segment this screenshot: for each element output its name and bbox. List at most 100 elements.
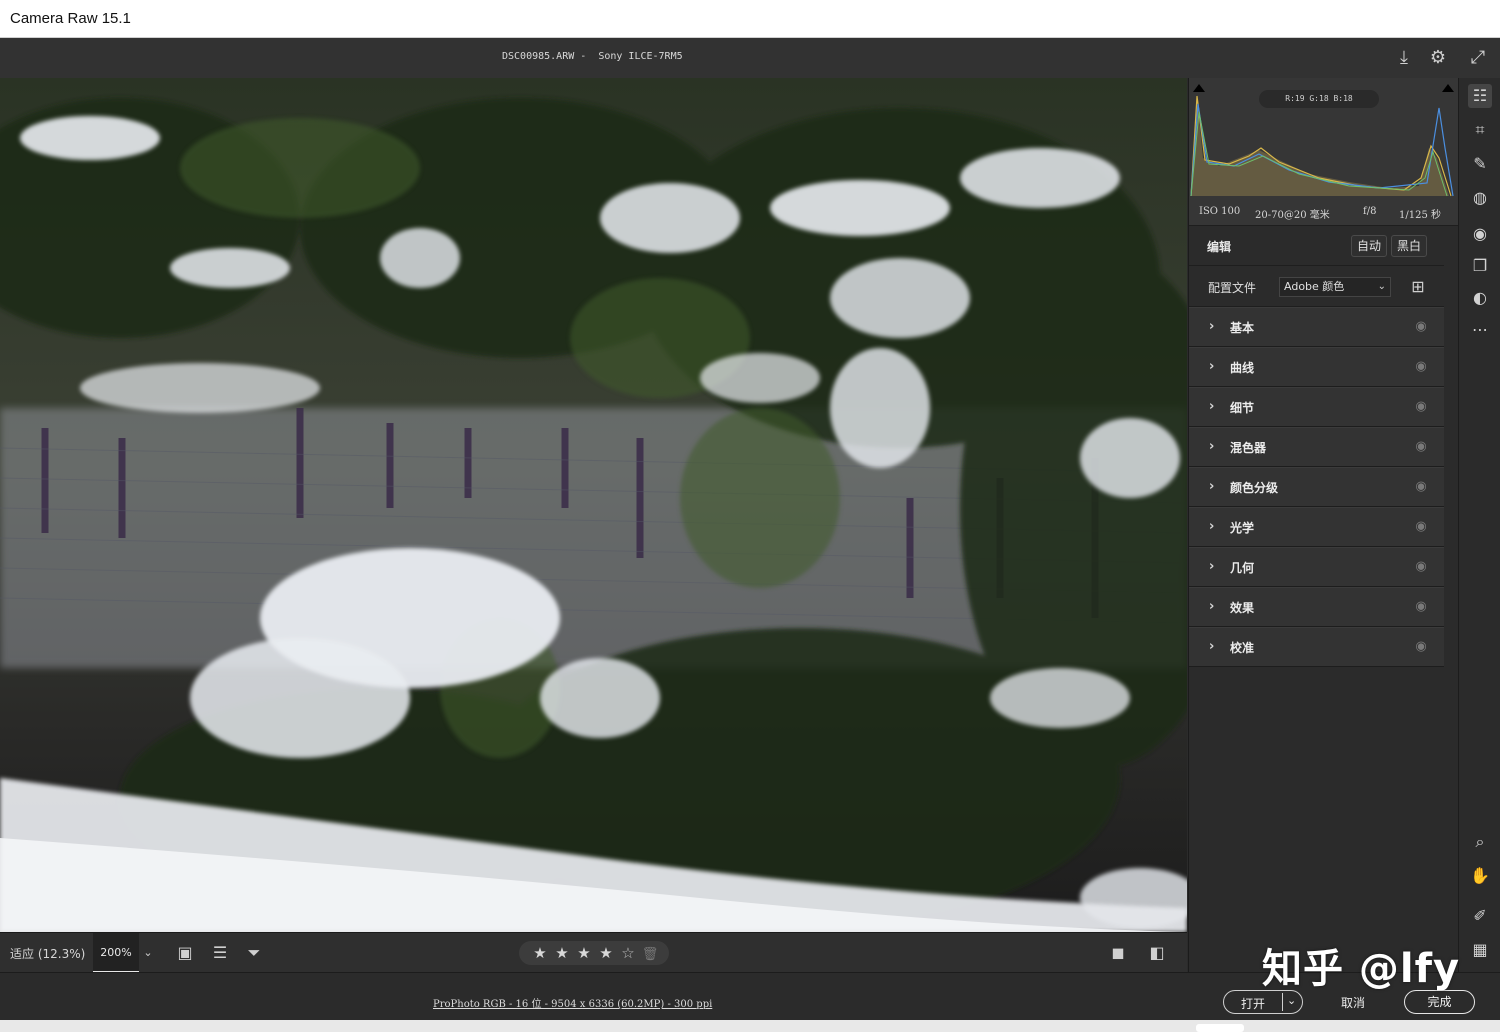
save-icon[interactable]: ⤓ <box>1393 47 1415 69</box>
snapshots-icon[interactable]: ❐ <box>1468 254 1492 278</box>
shadow-clip-icon <box>1193 84 1205 92</box>
grid-icon[interactable]: ▦ <box>1468 938 1492 962</box>
file-info: DSC00985.ARW - Sony ILCE-7RM5 <box>502 51 683 62</box>
panel-section[interactable]: › 校准 ◉ <box>1189 627 1444 667</box>
eye-icon[interactable]: ◉ <box>1412 397 1430 417</box>
star-3-icon[interactable]: ★ <box>573 941 595 965</box>
star-4-icon[interactable]: ★ <box>595 941 617 965</box>
window-titlebar: Camera Raw 15.1 <box>0 0 1500 38</box>
auto-button[interactable]: 自动 <box>1351 235 1388 257</box>
panel-section[interactable]: › 曲线 ◉ <box>1189 347 1444 387</box>
workflow-options-link[interactable]: ProPhoto RGB - 16 位 - 9504 x 6336 (60.2M… <box>433 995 712 1010</box>
profile-browser-icon[interactable]: ⊞ <box>1407 276 1429 298</box>
eye-icon[interactable]: ◉ <box>1412 597 1430 617</box>
section-label: 几何 <box>1230 561 1255 575</box>
chevron-right-icon: › <box>1209 439 1215 454</box>
zoom-tool-icon[interactable]: ⌕ <box>1468 830 1492 854</box>
star-2-icon[interactable]: ★ <box>551 941 573 965</box>
section-label: 颜色分级 <box>1230 481 1279 495</box>
eye-icon[interactable]: ◉ <box>1412 437 1430 457</box>
eye-icon[interactable]: ◉ <box>1412 557 1430 577</box>
fullscreen-icon[interactable]: ⤢ <box>1467 47 1489 69</box>
window-title: Camera Raw 15.1 <box>10 10 131 27</box>
hand-tool-icon[interactable]: ✋ <box>1468 864 1492 888</box>
color-sampler-icon[interactable]: ✐ <box>1468 904 1492 928</box>
open-separator <box>1282 993 1283 1011</box>
section-label: 效果 <box>1230 601 1255 615</box>
eye-icon[interactable]: ◉ <box>1412 317 1430 337</box>
exif-lens: 20-70@20 毫米 <box>1255 210 1330 221</box>
panel-section[interactable]: › 光学 ◉ <box>1189 507 1444 547</box>
profile-select[interactable]: Adobe 颜色 ⌄ <box>1279 277 1391 297</box>
before-after-icon[interactable]: ◧ <box>1145 942 1169 964</box>
section-label: 基本 <box>1230 321 1255 335</box>
edit-header: 编辑 自动 黑白 <box>1189 226 1444 266</box>
scroll-thumb[interactable] <box>1196 1024 1244 1032</box>
chevron-right-icon: › <box>1209 519 1215 534</box>
eye-icon[interactable]: ◉ <box>1412 357 1430 377</box>
panel-section[interactable]: › 基本 ◉ <box>1189 307 1444 347</box>
healing-icon[interactable]: ✎ <box>1468 152 1492 176</box>
filmstrip-icon[interactable]: ▣ <box>173 942 197 964</box>
image-preview[interactable] <box>0 78 1187 932</box>
crop-icon[interactable]: ⌗ <box>1468 118 1492 142</box>
gear-icon[interactable]: ⚙ <box>1427 47 1449 69</box>
rating-stars[interactable]: ★ ★ ★ ★ ☆ 🗑 <box>519 941 669 965</box>
sort-icon[interactable]: ☰ <box>208 942 232 964</box>
chevron-right-icon: › <box>1209 559 1215 574</box>
presets-icon[interactable]: ◐ <box>1468 286 1492 310</box>
edit-title: 编辑 <box>1207 240 1232 254</box>
edit-panel: R:19 G:18 B:18 ISO 100 20-70@20 毫米 f/8 1… <box>1188 78 1458 972</box>
section-label: 光学 <box>1230 521 1255 535</box>
exif-shutter: 1/125 秒 <box>1399 210 1441 221</box>
profile-label: 配置文件 <box>1208 281 1257 295</box>
section-label: 曲线 <box>1230 361 1255 375</box>
rgb-readout: R:19 G:18 B:18 <box>1259 90 1379 108</box>
panel-section[interactable]: › 细节 ◉ <box>1189 387 1444 427</box>
more-icon[interactable]: ⋯ <box>1468 318 1492 342</box>
section-label: 校准 <box>1230 641 1255 655</box>
edit-sliders-icon[interactable]: ☷ <box>1468 84 1492 108</box>
black-white-button[interactable]: 黑白 <box>1391 235 1428 257</box>
watermark-text: 知乎 @lfy <box>1262 946 1461 992</box>
chevron-right-icon: › <box>1209 319 1215 334</box>
chevron-down-icon: ⌄ <box>1377 281 1386 292</box>
histogram: R:19 G:18 B:18 ISO 100 20-70@20 毫米 f/8 1… <box>1189 78 1458 226</box>
panel-section[interactable]: › 几何 ◉ <box>1189 547 1444 587</box>
chevron-right-icon: › <box>1209 599 1215 614</box>
photo-bottom-toolbar: 适应 (12.3%) 200% ⌄ ▣ ☰ ⏷ ★ ★ ★ ★ ☆ 🗑 ◼ ◧ <box>0 932 1187 973</box>
exif-iso: ISO 100 <box>1199 206 1241 217</box>
chevron-down-icon[interactable]: ⌄ <box>1287 994 1296 1007</box>
section-label: 细节 <box>1230 401 1255 415</box>
masking-icon[interactable]: ◍ <box>1468 186 1492 210</box>
zoom-level-button[interactable]: 200% <box>93 933 139 973</box>
single-view-icon[interactable]: ◼ <box>1106 942 1130 964</box>
red-eye-icon[interactable]: ◉ <box>1468 222 1492 246</box>
chevron-right-icon: › <box>1209 359 1215 374</box>
zoom-fit-button[interactable]: 适应 (12.3%) <box>0 933 92 973</box>
profile-value: Adobe 颜色 <box>1284 280 1345 293</box>
exif-aperture: f/8 <box>1363 206 1377 217</box>
chevron-right-icon: › <box>1209 399 1215 414</box>
trash-icon[interactable]: 🗑 <box>639 943 661 967</box>
eye-icon[interactable]: ◉ <box>1412 477 1430 497</box>
panel-section[interactable]: › 效果 ◉ <box>1189 587 1444 627</box>
star-5-icon[interactable]: ☆ <box>617 941 639 965</box>
tool-strip: ☷ ⌗ ✎ ◍ ◉ ❐ ◐ ⋯ ⌕ ✋ ✐ ▦ <box>1458 78 1500 972</box>
zoom-dropdown-icon[interactable]: ⌄ <box>140 933 156 973</box>
star-1-icon[interactable]: ★ <box>529 941 551 965</box>
open-label: 打开 <box>1241 997 1266 1011</box>
taskbar-strip <box>0 1020 1500 1032</box>
cancel-button[interactable]: 取消 <box>1341 994 1365 1011</box>
eye-icon[interactable]: ◉ <box>1412 517 1430 537</box>
panel-section[interactable]: › 颜色分级 ◉ <box>1189 467 1444 507</box>
eye-icon[interactable]: ◉ <box>1412 637 1430 657</box>
section-label: 混色器 <box>1230 441 1267 455</box>
photo-canvas <box>0 78 1187 932</box>
top-toolbar: DSC00985.ARW - Sony ILCE-7RM5 ⤓ ⚙ ⤢ <box>0 38 1500 78</box>
chevron-right-icon: › <box>1209 639 1215 654</box>
highlight-clip-icon <box>1442 84 1454 92</box>
profile-row: 配置文件 Adobe 颜色 ⌄ ⊞ <box>1189 267 1444 307</box>
filter-icon[interactable]: ⏷ <box>242 942 266 964</box>
panel-section[interactable]: › 混色器 ◉ <box>1189 427 1444 467</box>
